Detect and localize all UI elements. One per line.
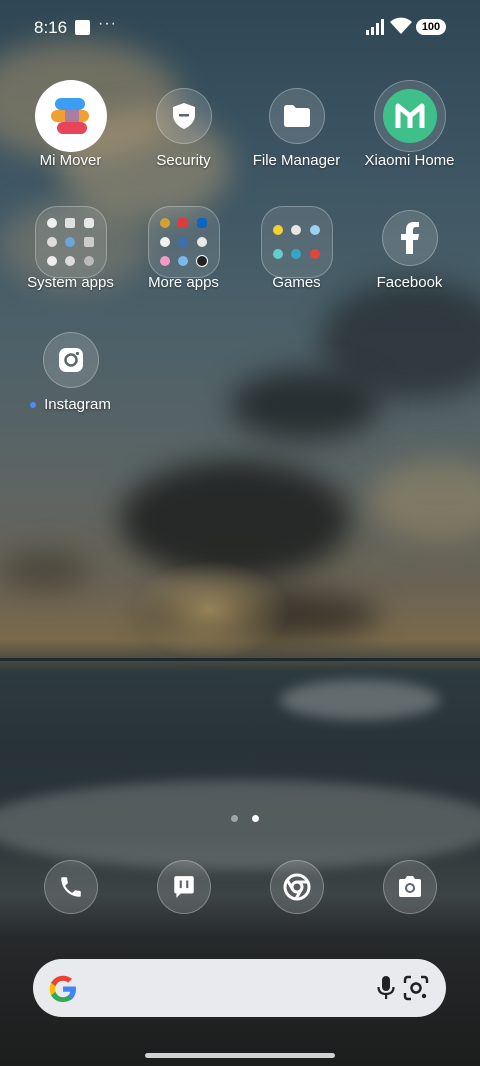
battery-icon: 100 xyxy=(416,19,446,35)
facebook-icon xyxy=(381,210,438,266)
app-instagram[interactable]: Instagram xyxy=(14,332,127,442)
shield-icon xyxy=(155,88,212,144)
more-notifications-icon: ··· xyxy=(98,15,117,32)
microphone-icon[interactable] xyxy=(377,975,395,1001)
google-search-bar[interactable] xyxy=(33,959,446,1017)
camera-icon xyxy=(399,876,421,897)
app-security[interactable]: Security xyxy=(127,88,240,198)
status-time: 8:16 xyxy=(34,18,68,37)
signal-icon xyxy=(366,19,384,35)
dock-phone[interactable] xyxy=(44,860,98,914)
more-apps-folder-icon xyxy=(147,206,220,278)
mi-mover-icon xyxy=(34,80,107,152)
page-dot-active[interactable] xyxy=(252,815,260,822)
wifi-icon xyxy=(390,17,412,34)
app-label: Facebook xyxy=(376,274,443,291)
new-install-dot xyxy=(30,402,37,409)
google-lens-icon[interactable] xyxy=(403,975,429,1001)
app-label: Instagram xyxy=(4,396,137,413)
folder-games[interactable]: Games xyxy=(240,206,353,320)
folder-icon xyxy=(268,88,325,144)
status-bar: 8:16 ··· 100 xyxy=(0,0,480,56)
app-facebook[interactable]: Facebook xyxy=(353,210,466,320)
app-label: Xiaomi Home xyxy=(364,152,455,169)
notification-icon xyxy=(75,20,90,35)
message-icon xyxy=(174,876,194,898)
gesture-nav-bar[interactable] xyxy=(145,1053,335,1058)
folder-system-apps[interactable]: System apps xyxy=(14,206,127,320)
system-apps-folder-icon xyxy=(34,206,107,278)
page-dot[interactable] xyxy=(231,815,238,822)
chrome-icon xyxy=(283,873,311,901)
google-logo-icon xyxy=(49,975,76,1002)
instagram-icon xyxy=(42,332,99,388)
dock-messages[interactable] xyxy=(157,860,211,914)
xiaomi-home-icon xyxy=(373,80,446,152)
dock-camera[interactable] xyxy=(383,860,437,914)
app-file-manager[interactable]: File Manager xyxy=(240,88,353,198)
app-mi-mover[interactable]: Mi Mover xyxy=(14,80,127,198)
dock-chrome[interactable] xyxy=(270,860,324,914)
app-xiaomi-home[interactable]: Xiaomi Home xyxy=(353,80,466,198)
page-indicator[interactable] xyxy=(226,809,264,827)
phone-icon xyxy=(61,877,81,897)
folder-more-apps[interactable]: More apps xyxy=(127,206,240,320)
games-folder-icon xyxy=(260,206,333,278)
